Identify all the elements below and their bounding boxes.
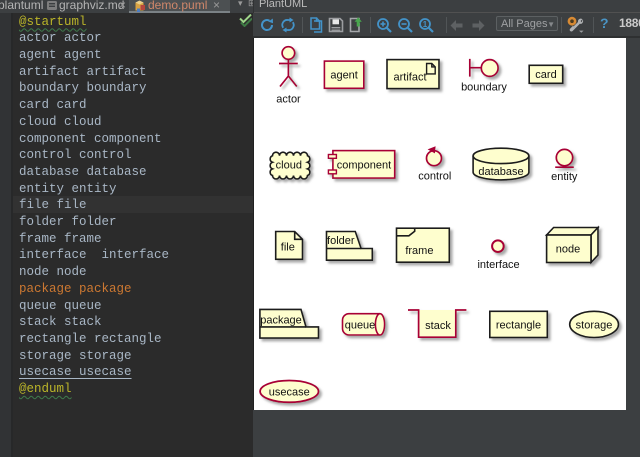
svg-text:interface: interface	[477, 259, 519, 271]
svg-text:rectangle: rectangle	[496, 319, 541, 331]
svg-text:agent: agent	[330, 70, 358, 82]
svg-text:storage: storage	[576, 319, 613, 331]
svg-text:component: component	[337, 159, 391, 171]
svg-text:package: package	[260, 314, 302, 326]
svg-text:boundary: boundary	[461, 82, 507, 94]
svg-text:entity: entity	[551, 171, 578, 183]
svg-text:database: database	[478, 166, 523, 178]
svg-text:control: control	[418, 170, 451, 182]
svg-text:card: card	[535, 69, 556, 81]
svg-text:queue: queue	[345, 319, 376, 331]
svg-text:artifact: artifact	[393, 72, 426, 84]
svg-text:stack: stack	[425, 320, 451, 332]
svg-text:file: file	[281, 241, 295, 253]
svg-text:cloud: cloud	[276, 159, 302, 171]
svg-text:actor: actor	[276, 94, 301, 106]
svg-text:frame: frame	[405, 245, 433, 257]
svg-text:folder: folder	[327, 235, 355, 247]
svg-text:usecase: usecase	[269, 386, 310, 398]
svg-text:1: 1	[423, 20, 428, 29]
svg-text:node: node	[556, 243, 580, 255]
